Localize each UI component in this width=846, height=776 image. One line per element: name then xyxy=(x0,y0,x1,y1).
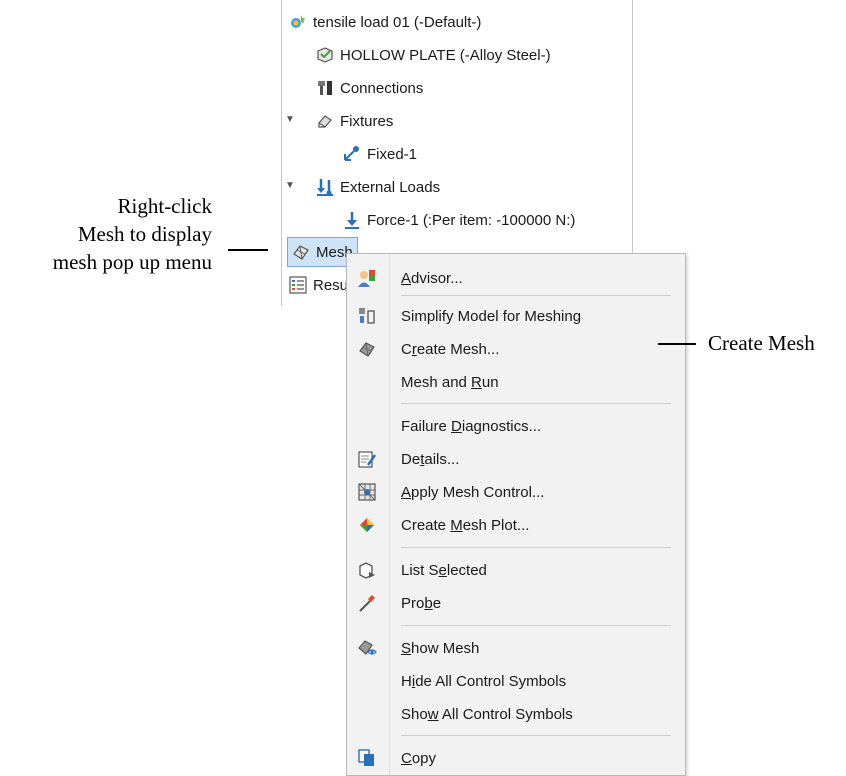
menu-separator xyxy=(401,735,671,736)
menu-item-apply-mesh-control[interactable]: Apply Mesh Control... xyxy=(347,478,685,506)
menu-item-advisor[interactable]: Advisor... xyxy=(347,264,685,292)
show-mesh-icon xyxy=(357,638,377,658)
annotation-text: Create Mesh xyxy=(708,331,815,355)
expand-arrow-icon[interactable]: ▼ xyxy=(284,180,296,191)
menu-item-details[interactable]: Details... xyxy=(347,445,685,473)
probe-icon xyxy=(357,593,377,613)
tree-item-label: Force-1 (:Per item: -100000 N:) xyxy=(367,211,576,229)
menu-item-label: Details... xyxy=(401,450,460,468)
tree-item-connections[interactable]: Connections xyxy=(315,74,423,102)
menu-separator xyxy=(401,625,671,626)
study-icon xyxy=(288,12,308,32)
annotation-line: mesh pop up menu xyxy=(52,250,212,274)
mesh-icon xyxy=(291,242,311,262)
menu-item-label: Advisor... xyxy=(401,269,463,287)
mesh-plot-icon xyxy=(357,515,377,535)
simplify-icon xyxy=(357,306,377,326)
menu-item-probe[interactable]: Probe xyxy=(347,589,685,617)
tree-item-label: tensile load 01 (-Default-) xyxy=(313,13,482,31)
annotation-right-click: Right-click Mesh to display mesh pop up … xyxy=(0,192,212,276)
connections-icon xyxy=(315,78,335,98)
tree-item-label: Connections xyxy=(340,79,424,97)
fixtures-icon xyxy=(315,111,335,131)
menu-item-label: Create Mesh... xyxy=(401,340,500,358)
expand-arrow-icon[interactable]: ▼ xyxy=(284,114,296,125)
menu-item-failure-diagnostics[interactable]: Failure Diagnostics... xyxy=(347,412,685,440)
external-loads-icon xyxy=(315,177,335,197)
results-icon xyxy=(288,275,308,295)
menu-item-label: Simplify Model for Meshing xyxy=(401,307,582,325)
annotation-leader-line xyxy=(658,343,696,345)
annotation-create-mesh: Create Mesh xyxy=(708,329,844,357)
force-icon xyxy=(342,210,362,230)
mesh-control-icon xyxy=(357,482,377,502)
annotation-line: Mesh to display xyxy=(77,222,212,246)
menu-item-label: Show All Control Symbols xyxy=(401,705,573,723)
menu-item-label: Mesh and Run xyxy=(401,373,499,391)
advisor-icon xyxy=(357,268,377,288)
tree-item-fixtures[interactable]: Fixtures xyxy=(315,107,393,135)
annotation-line: Right-click xyxy=(117,194,212,218)
menu-item-label: Create Mesh Plot... xyxy=(401,516,530,534)
list-selected-icon xyxy=(357,560,377,580)
menu-item-list-selected[interactable]: List Selected xyxy=(347,556,685,584)
create-mesh-icon xyxy=(357,339,377,359)
tree-item-part[interactable]: HOLLOW PLATE (-Alloy Steel-) xyxy=(315,41,551,69)
details-icon xyxy=(357,449,377,469)
tree-item-external-loads[interactable]: External Loads xyxy=(315,173,440,201)
mesh-context-menu: Advisor... Simplify Model for Meshing Cr… xyxy=(346,253,686,776)
menu-item-copy[interactable]: Copy xyxy=(347,744,685,772)
menu-item-label: Show Mesh xyxy=(401,639,480,657)
menu-item-hide-control-symbols[interactable]: Hide All Control Symbols xyxy=(347,667,685,695)
menu-separator xyxy=(401,547,671,548)
menu-separator xyxy=(401,403,671,404)
menu-item-create-mesh-plot[interactable]: Create Mesh Plot... xyxy=(347,511,685,539)
menu-item-label: Apply Mesh Control... xyxy=(401,483,545,501)
menu-item-mesh-and-run[interactable]: Mesh and Run xyxy=(347,368,685,396)
menu-item-label: Copy xyxy=(401,749,437,767)
copy-icon xyxy=(357,748,377,768)
menu-item-create-mesh[interactable]: Create Mesh... xyxy=(347,335,685,363)
menu-item-label: Probe xyxy=(401,594,442,612)
menu-item-label: List Selected xyxy=(401,561,487,579)
tree-item-study[interactable]: tensile load 01 (-Default-) xyxy=(288,8,481,36)
tree-item-label: Fixed-1 xyxy=(367,145,418,163)
tree-item-force-1[interactable]: Force-1 (:Per item: -100000 N:) xyxy=(342,206,575,234)
part-material-icon xyxy=(315,45,335,65)
tree-item-label: External Loads xyxy=(340,178,441,196)
menu-item-show-control-symbols[interactable]: Show All Control Symbols xyxy=(347,700,685,728)
menu-item-label: Failure Diagnostics... xyxy=(401,417,542,435)
fixed-icon xyxy=(342,144,362,164)
menu-item-simplify-model[interactable]: Simplify Model for Meshing xyxy=(347,302,685,330)
tree-item-label: Fixtures xyxy=(340,112,394,130)
tree-item-fixed-1[interactable]: Fixed-1 xyxy=(342,140,417,168)
tree-item-label: HOLLOW PLATE (-Alloy Steel-) xyxy=(340,46,551,64)
annotation-leader-line xyxy=(228,249,268,251)
menu-item-label: Hide All Control Symbols xyxy=(401,672,567,690)
menu-separator xyxy=(401,295,671,296)
menu-item-show-mesh[interactable]: Show Mesh xyxy=(347,634,685,662)
